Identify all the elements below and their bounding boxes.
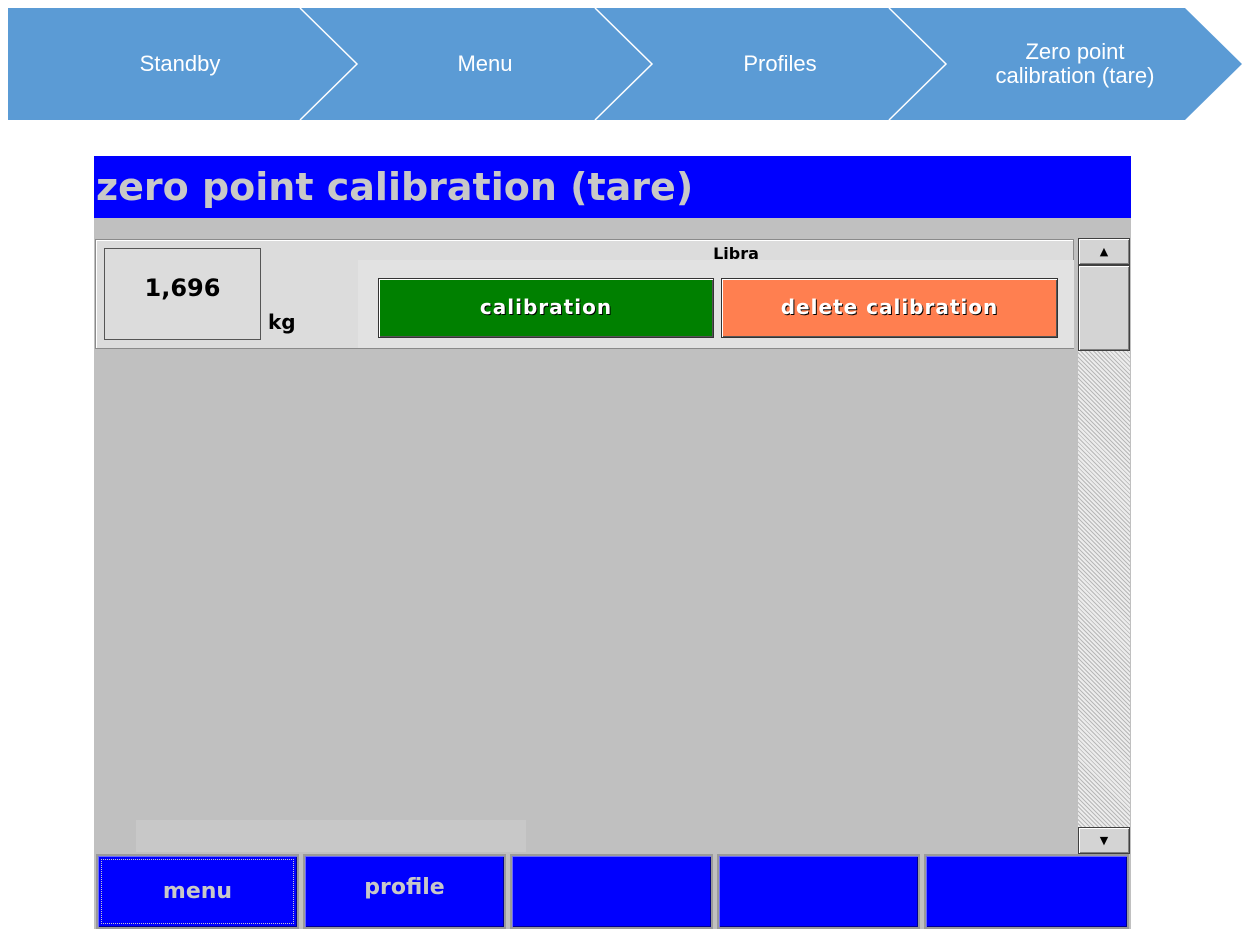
menu-button-label: menu bbox=[162, 879, 233, 904]
empty-area bbox=[136, 820, 526, 852]
scrollbar-thumb[interactable] bbox=[1078, 265, 1130, 351]
scroll-up-button[interactable]: ▲ bbox=[1078, 238, 1130, 265]
weight-value: 1,696 bbox=[144, 274, 221, 302]
function-key-3[interactable] bbox=[510, 854, 713, 929]
profile-button[interactable]: profile bbox=[303, 854, 506, 929]
scrollbar[interactable]: ▲ ▼ bbox=[1078, 238, 1130, 854]
breadcrumb-item-standby[interactable]: Standby bbox=[40, 8, 320, 120]
function-key-4[interactable] bbox=[717, 854, 920, 929]
calibration-button-label: calibration bbox=[479, 295, 613, 319]
calibration-button[interactable]: calibration bbox=[378, 278, 714, 338]
delete-calibration-button-label: delete calibration bbox=[780, 295, 999, 319]
breadcrumb-item-zero-point[interactable]: Zero point calibration (tare) bbox=[940, 8, 1210, 120]
hmi-panel: zero point calibration (tare) 1,696 kg L… bbox=[94, 156, 1131, 929]
weight-unit: kg bbox=[268, 310, 296, 334]
breadcrumb-label-standby: Standby bbox=[139, 51, 221, 76]
weight-value-display: 1,696 bbox=[104, 248, 261, 340]
scroll-down-button[interactable]: ▼ bbox=[1078, 827, 1130, 854]
arrow-down-icon: ▼ bbox=[1099, 834, 1109, 847]
scale-name: Libra bbox=[713, 244, 759, 263]
breadcrumb-label-menu: Menu bbox=[457, 51, 513, 76]
delete-calibration-button[interactable]: delete calibration bbox=[721, 278, 1058, 338]
menu-button[interactable]: menu bbox=[96, 854, 299, 929]
profile-button-label: profile bbox=[364, 875, 445, 900]
breadcrumb-label-profiles: Profiles bbox=[743, 51, 817, 76]
breadcrumb-item-menu[interactable]: Menu bbox=[340, 8, 630, 120]
breadcrumb-item-profiles[interactable]: Profiles bbox=[635, 8, 925, 120]
arrow-up-icon: ▲ bbox=[1099, 245, 1109, 258]
page-title: zero point calibration (tare) bbox=[94, 156, 1131, 218]
list-item: 1,696 kg Libra calibration delete calibr… bbox=[95, 239, 1074, 349]
breadcrumb: Standby Menu Profiles Zero point calibra… bbox=[0, 0, 1250, 125]
breadcrumb-label-zero-point-line1: Zero point bbox=[1025, 39, 1125, 64]
breadcrumb-label-zero-point-line2: calibration (tare) bbox=[995, 63, 1155, 88]
function-key-5[interactable] bbox=[924, 854, 1129, 929]
function-key-bar: menu profile bbox=[94, 854, 1131, 929]
